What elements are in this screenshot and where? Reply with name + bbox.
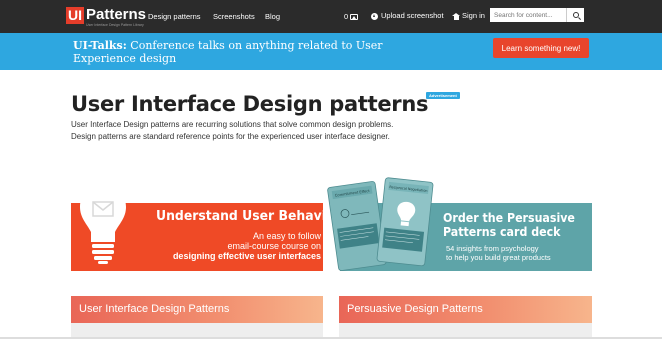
collection-count[interactable]: 0 [344,12,359,22]
course-banner-title: Understand User Behavior [156,208,341,224]
course-banner-line-2: email-course course on [227,241,321,251]
course-banner-line-1: An easy to follow [252,231,321,241]
page: UI Patterns User Interface Design Patter… [0,0,662,339]
home-icon [452,12,460,20]
logo-wordmark: Patterns [86,6,147,23]
card-deck-title: Order the Persuasive Patterns card deck [443,211,575,239]
nav-design-patterns[interactable]: Design patterns [148,12,201,22]
search-button[interactable] [566,8,584,22]
collection-count-value: 0 [344,12,349,21]
image-icon [350,14,359,20]
upload-label: Upload screenshot [381,11,444,20]
promo-bold: UI-Talks: [73,39,127,52]
card-deck-subtitle: 54 insights from psychology to help you … [446,244,551,262]
card-deck-sub-line-1: 54 insights from psychology [446,244,539,253]
top-navbar: UI Patterns User Interface Design Patter… [0,0,662,33]
sign-in-link[interactable]: Sign in [452,11,485,21]
upload-icon [371,12,378,20]
section-persuasive-design-patterns[interactable]: Persuasive Design Patterns [339,296,592,323]
nav-blog[interactable]: Blog [265,12,280,22]
course-banner-subtitle: An easy to follow email-course course on… [173,231,321,261]
learn-something-new-button[interactable]: Learn something new! [493,38,589,58]
logo-ui-mark: UI [66,7,84,24]
logo-tagline: User Interface Design Pattern Library [86,23,144,27]
section-ui-design-patterns[interactable]: User Interface Design Patterns [71,296,323,323]
promo-text[interactable]: UI-Talks: Conference talks on anything r… [73,39,393,65]
card-deck-title-line-1: Order the Persuasive [443,211,575,225]
course-banner-line-3: designing effective user interfaces [172,251,321,261]
promo-banner: UI-Talks: Conference talks on anything r… [0,33,662,70]
page-title: User Interface Design patterns [71,92,429,116]
card-deck-title-line-2: Patterns card deck [443,225,561,239]
sign-in-label: Sign in [462,11,485,20]
card-deck-illustration: Commitment Effect Reciprocal Negotiation [327,177,434,271]
nav-screenshots[interactable]: Screenshots [213,12,255,22]
site-logo[interactable]: UI Patterns User Interface Design Patter… [66,7,146,27]
search-input[interactable] [490,8,566,22]
intro-paragraph: User Interface Design patterns are recur… [71,120,394,141]
advertisement-badge: Advertisement [426,92,460,99]
search-icon [572,12,579,18]
lightbulb-icon [80,184,126,264]
card-deck-sub-line-2: to help you build great products [446,253,551,262]
upload-screenshot-link[interactable]: Upload screenshot [371,11,444,21]
